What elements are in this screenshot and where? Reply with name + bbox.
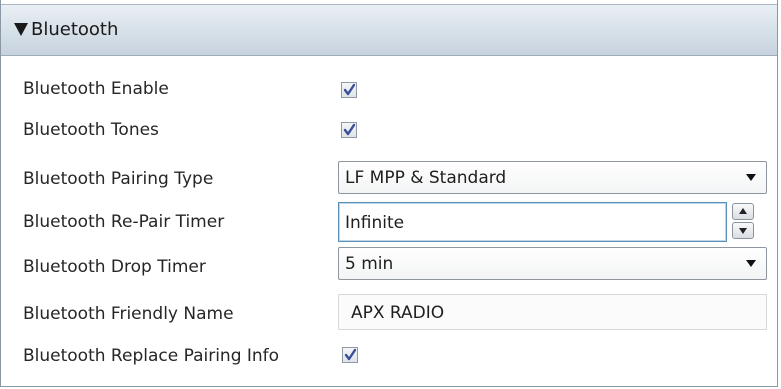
setting-row-pairing-type: Bluetooth Pairing Type LF MPP & Standard xyxy=(1,159,777,199)
section-title: Bluetooth xyxy=(31,19,119,40)
friendly-name-field: APX RADIO xyxy=(338,294,767,330)
friendly-name-value: APX RADIO xyxy=(351,303,445,323)
replace-pairing-info-checkbox[interactable] xyxy=(342,347,358,363)
repair-timer-input[interactable]: Infinite xyxy=(338,202,727,242)
setting-row-drop-timer: Bluetooth Drop Timer 5 min xyxy=(1,247,777,287)
bluetooth-enable-checkbox[interactable] xyxy=(341,82,357,98)
spinner-value: Infinite xyxy=(345,213,405,233)
collapse-triangle-icon[interactable] xyxy=(14,23,28,36)
setting-label: Bluetooth Pairing Type xyxy=(23,169,214,189)
checkmark-icon xyxy=(343,123,356,136)
spin-up-button[interactable] xyxy=(732,203,754,220)
arrow-down-icon xyxy=(739,228,747,234)
setting-label: Bluetooth Tones xyxy=(23,120,159,140)
bluetooth-panel: Bluetooth Bluetooth Enable Bluetooth Ton… xyxy=(0,0,778,387)
checkmark-icon xyxy=(344,348,357,361)
setting-label: Bluetooth Replace Pairing Info xyxy=(23,346,280,366)
setting-label: Bluetooth Enable xyxy=(23,79,169,99)
drop-timer-dropdown[interactable]: 5 min xyxy=(338,247,767,280)
chevron-down-icon[interactable] xyxy=(746,174,756,181)
setting-row-bluetooth-tones: Bluetooth Tones xyxy=(1,110,777,150)
bluetooth-tones-checkbox[interactable] xyxy=(341,122,357,138)
setting-label: Bluetooth Re-Pair Timer xyxy=(23,212,225,232)
dropdown-value: 5 min xyxy=(345,254,394,274)
pairing-type-dropdown[interactable]: LF MPP & Standard xyxy=(338,161,767,194)
setting-label: Bluetooth Friendly Name xyxy=(23,304,234,324)
checkmark-icon xyxy=(343,83,356,96)
setting-row-friendly-name: Bluetooth Friendly Name APX RADIO xyxy=(1,294,777,334)
dropdown-value: LF MPP & Standard xyxy=(345,168,507,188)
setting-label: Bluetooth Drop Timer xyxy=(23,257,206,277)
setting-row-repair-timer: Bluetooth Re-Pair Timer Infinite xyxy=(1,202,777,242)
arrow-up-icon xyxy=(739,208,747,214)
chevron-down-icon[interactable] xyxy=(746,260,756,267)
section-header[interactable]: Bluetooth xyxy=(1,4,777,56)
spin-down-button[interactable] xyxy=(732,222,754,239)
setting-row-bluetooth-enable: Bluetooth Enable xyxy=(1,69,777,109)
setting-row-replace-pairing-info: Bluetooth Replace Pairing Info xyxy=(1,336,777,376)
